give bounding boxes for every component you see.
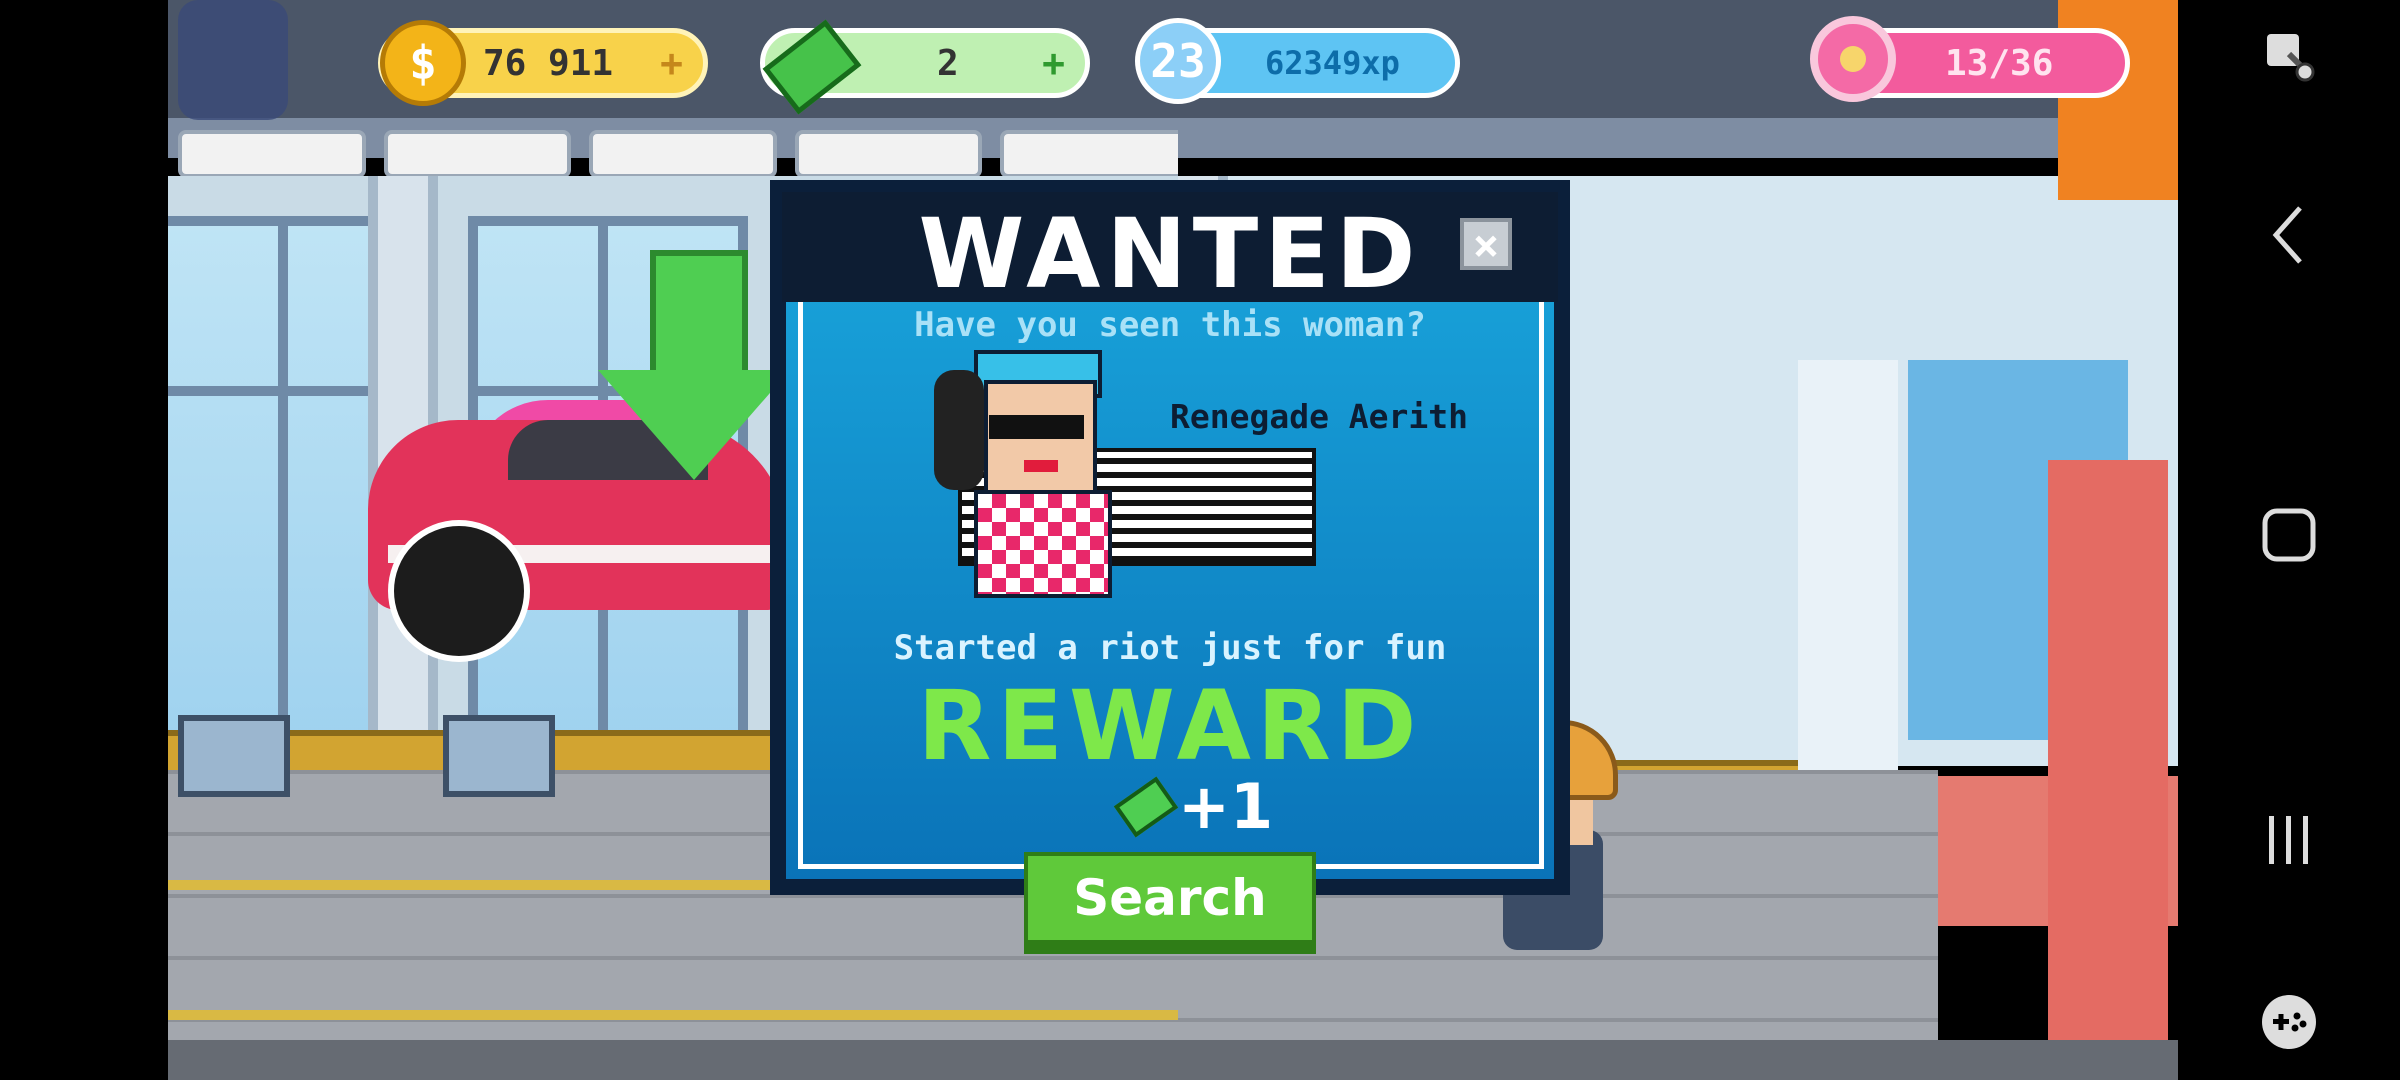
wanted-portrait bbox=[934, 330, 1134, 598]
reward-value: +1 bbox=[1178, 770, 1274, 843]
donut-icon bbox=[1810, 16, 1896, 102]
cash-plus-icon[interactable]: + bbox=[1042, 41, 1065, 85]
recents-lines-icon[interactable] bbox=[2178, 812, 2400, 868]
conveyor-box bbox=[178, 715, 290, 797]
dialog-title-bar: WANTED bbox=[782, 192, 1558, 310]
xp-value: 62349xp bbox=[1265, 44, 1400, 82]
coins-value: 76 911 bbox=[483, 42, 614, 84]
wanted-crime: Started a riot just for fun bbox=[893, 628, 1447, 668]
level-value: 23 bbox=[1150, 34, 1206, 88]
wanted-name: Renegade Aerith bbox=[1170, 397, 1469, 436]
ceiling-lights bbox=[168, 130, 1178, 178]
gamepad-icon[interactable] bbox=[2178, 992, 2400, 1052]
system-nav-bar bbox=[2178, 0, 2400, 1080]
avatar-silhouette-icon[interactable] bbox=[178, 0, 288, 120]
wanted-question: Have you seen this woman? bbox=[914, 305, 1426, 345]
cash-value: 2 bbox=[937, 42, 959, 84]
donut-value: 13/36 bbox=[1945, 42, 2054, 84]
screenshot-edit-icon[interactable] bbox=[2178, 28, 2400, 88]
back-chevron-icon[interactable] bbox=[2178, 200, 2400, 270]
dialog-title: WANTED bbox=[918, 198, 1422, 310]
reward-title: REWARD bbox=[917, 670, 1423, 782]
search-button[interactable]: Search bbox=[1024, 852, 1316, 944]
banknote-icon bbox=[1113, 776, 1179, 837]
coins-plus-icon[interactable]: + bbox=[660, 41, 683, 85]
close-button[interactable]: × bbox=[1460, 218, 1512, 270]
dollar-coin-icon: $ bbox=[380, 20, 466, 106]
home-square-icon[interactable] bbox=[2178, 505, 2400, 565]
conveyor-box bbox=[443, 715, 555, 797]
reward-amount: +1 bbox=[1113, 770, 1274, 843]
star-level-icon: 23 bbox=[1135, 18, 1221, 104]
